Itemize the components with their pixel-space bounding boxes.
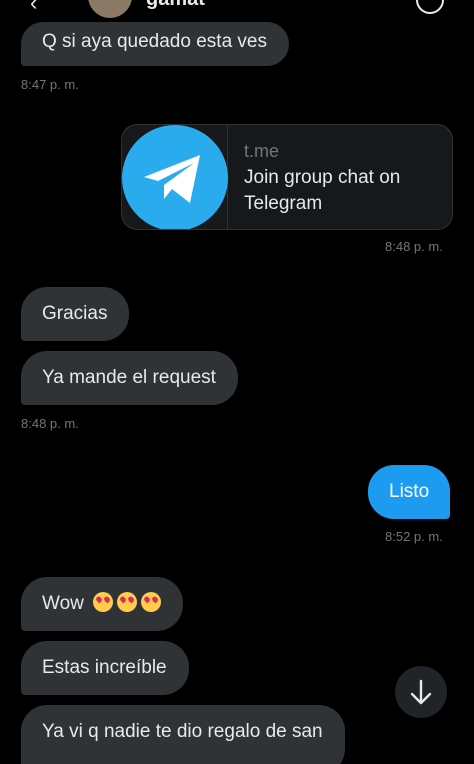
message-text: Gracias — [42, 303, 108, 324]
telegram-logo-icon — [122, 125, 228, 229]
message-bubble[interactable]: Ya vi q nadie te dio regalo de san — [21, 705, 345, 764]
message-text: Ya mande el request — [42, 367, 216, 388]
message-text: Estas increíble — [42, 657, 167, 678]
message-text: Q si aya quedado esta ves — [42, 31, 267, 52]
card-image — [122, 125, 228, 229]
message-timestamp: 8:48 p. m. — [21, 416, 79, 431]
scroll-to-bottom-button[interactable] — [395, 666, 447, 718]
arrow-down-icon — [410, 679, 432, 705]
message-bubble-sent[interactable]: Listo — [368, 465, 451, 519]
message-text: Ya vi q nadie te dio regalo de san — [42, 721, 323, 742]
link-preview-card[interactable]: t.me Join group chat on Telegram — [121, 124, 453, 230]
message-timestamp: 8:52 p. m. — [385, 529, 443, 544]
conversation-header: ‹ gamat — [0, 0, 474, 18]
conversation-title[interactable]: gamat — [146, 0, 205, 11]
arrow-left-icon[interactable]: ‹ — [30, 0, 37, 16]
message-text: Listo — [389, 481, 430, 502]
message-bubble[interactable]: Estas increíble — [21, 641, 189, 695]
message-bubble[interactable]: Wow — [21, 577, 184, 631]
card-title: Join group chat on Telegram — [244, 167, 401, 214]
avatar[interactable] — [88, 0, 132, 18]
message-bubble[interactable]: Ya mande el request — [21, 351, 238, 405]
heart-eyes-emoji-icon — [117, 592, 138, 612]
card-domain: t.me — [244, 141, 280, 161]
message-bubble[interactable]: Gracias — [21, 287, 130, 341]
message-bubble[interactable]: Q si aya quedado esta ves — [21, 22, 289, 66]
heart-eyes-emoji-icon — [141, 592, 162, 612]
message-timestamp: 8:47 p. m. — [21, 77, 79, 92]
message-timestamp: 8:48 p. m. — [385, 239, 443, 254]
message-text: Wow — [42, 593, 84, 614]
heart-eyes-emoji-icon — [93, 592, 114, 612]
info-icon[interactable] — [416, 0, 444, 14]
